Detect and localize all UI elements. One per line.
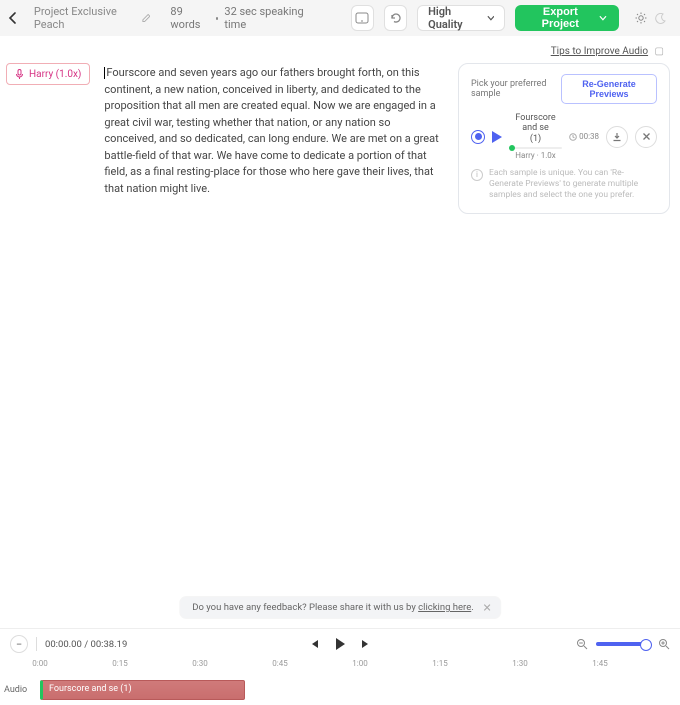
external-icon: ▢ — [655, 46, 664, 57]
sample-duration: 00:38 — [569, 132, 599, 141]
timeline-footer: − 00:00.00 / 00:38.19 0:00 — [0, 628, 680, 705]
sample-row: Fourscore and se (1) Harry · 1.0x 00:38 — [471, 114, 657, 160]
sample-radio[interactable] — [471, 130, 485, 144]
sample-progress[interactable] — [509, 147, 562, 149]
zoom-out-icon[interactable] — [576, 638, 588, 650]
close-icon — [642, 132, 651, 141]
download-button[interactable] — [606, 126, 628, 148]
chevron-down-icon — [487, 15, 495, 21]
tips-link[interactable]: Tips to Improve Audio — [551, 46, 648, 57]
speaking-time: 32 sec speaking time — [224, 5, 315, 31]
tick: 0:45 — [272, 659, 287, 668]
moon-icon — [655, 13, 666, 24]
next-button[interactable] — [360, 638, 372, 650]
feedback-link[interactable]: clicking here — [418, 602, 471, 613]
sample-subtitle: Harry · 1.0x — [509, 151, 562, 160]
tick: 0:00 — [32, 659, 47, 668]
audio-clip[interactable]: Fourscore and se (1) — [40, 680, 245, 700]
main-area: Harry (1.0x) Fourscore and seven years a… — [0, 57, 680, 214]
top-bar: Project Exclusive Peach 89 words 32 sec … — [0, 0, 680, 36]
feedback-banner: Do you have any feedback? Please share i… — [180, 597, 500, 618]
quality-label: High Quality — [428, 5, 481, 31]
export-label: Export Project — [527, 6, 593, 30]
export-button[interactable]: Export Project — [515, 5, 619, 31]
back-button[interactable] — [8, 12, 24, 24]
feedback-text: Do you have any feedback? Please share i… — [192, 602, 418, 613]
sun-icon — [635, 12, 647, 24]
track-row: Audio Fourscore and se (1) — [0, 675, 680, 705]
play-button[interactable] — [334, 637, 346, 651]
transport-time: 00:00.00 / 00:38.19 — [45, 639, 127, 650]
editor-text[interactable]: Fourscore and seven years ago our father… — [100, 63, 448, 214]
tick: 1:30 — [512, 659, 527, 668]
mic-icon — [15, 69, 24, 80]
tick: 1:00 — [352, 659, 367, 668]
transport-bar: − 00:00.00 / 00:38.19 — [0, 629, 680, 659]
sample-index: (1) — [509, 134, 562, 144]
tips-row: Tips to Improve Audio ▢ — [0, 36, 680, 57]
edit-icon[interactable] — [142, 13, 151, 23]
download-icon — [612, 132, 622, 142]
project-title-text: Project Exclusive Peach — [34, 5, 136, 31]
timeline-ruler[interactable]: 0:00 0:15 0:30 0:45 1:00 1:15 1:30 1:45 — [0, 659, 680, 675]
subtitle-icon-button[interactable] — [351, 5, 374, 31]
track-area[interactable]: Fourscore and se (1) — [36, 675, 680, 705]
word-count: 89 words — [170, 5, 209, 31]
zoom-in-icon[interactable] — [658, 638, 670, 650]
regenerate-button[interactable]: Re-Generate Previews — [561, 74, 657, 104]
tick: 1:45 — [592, 659, 607, 668]
discard-button[interactable] — [635, 126, 657, 148]
tick: 1:15 — [432, 659, 447, 668]
project-stats: 89 words 32 sec speaking time — [170, 5, 315, 31]
zoom-collapse-button[interactable]: − — [10, 635, 28, 653]
sample-title: Fourscore and se — [509, 114, 562, 134]
chevron-down-icon — [599, 15, 607, 21]
voice-tag[interactable]: Harry (1.0x) — [6, 63, 90, 85]
info-icon: i — [471, 169, 483, 181]
tick: 0:15 — [112, 659, 127, 668]
voice-tag-label: Harry (1.0x) — [29, 69, 81, 80]
info-text: Each sample is unique. You can 'Re-Gener… — [489, 168, 657, 201]
feedback-close-button[interactable]: ✕ — [483, 601, 492, 614]
sample-play-button[interactable] — [492, 131, 502, 143]
quality-selector[interactable]: High Quality — [417, 5, 505, 31]
pick-sample-label: Pick your preferred sample — [471, 79, 561, 99]
zoom-slider[interactable] — [596, 642, 650, 646]
info-note: i Each sample is unique. You can 'Re-Gen… — [471, 168, 657, 201]
sample-info: Fourscore and se (1) Harry · 1.0x — [509, 114, 562, 160]
project-title: Project Exclusive Peach — [34, 5, 151, 31]
refresh-icon-button[interactable] — [384, 5, 407, 31]
prev-button[interactable] — [308, 638, 320, 650]
preview-panel: Pick your preferred sample Re-Generate P… — [458, 63, 670, 214]
theme-toggle[interactable] — [629, 12, 672, 24]
editor-content: Fourscore and seven years ago our father… — [104, 66, 438, 195]
clock-icon — [569, 133, 577, 141]
track-label: Audio — [4, 685, 36, 695]
tick: 0:30 — [192, 659, 207, 668]
